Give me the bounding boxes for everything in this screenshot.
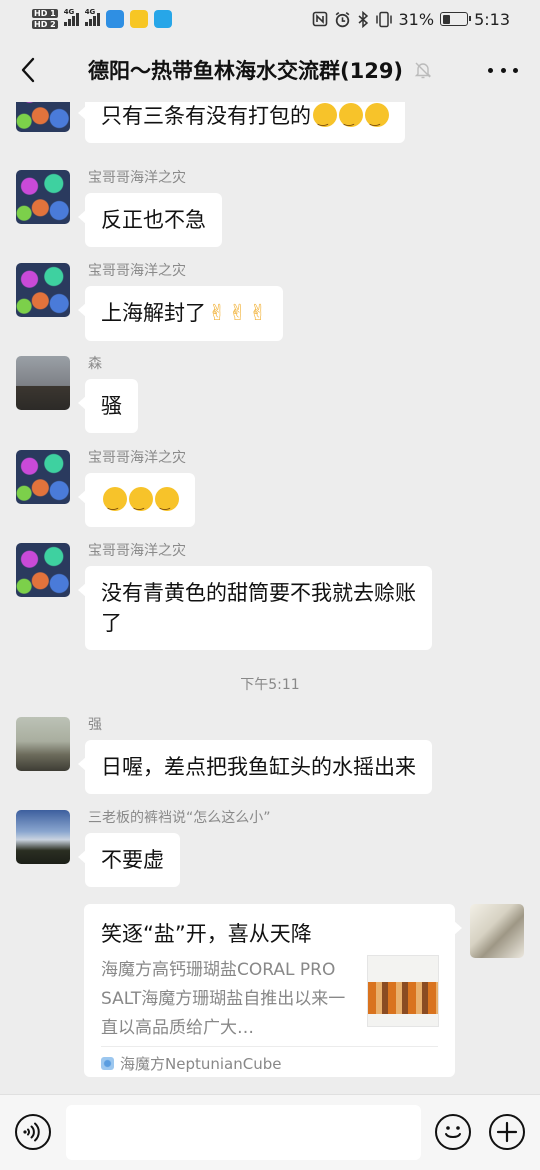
bluetooth-icon [358, 10, 368, 28]
message-text: 没有青黄色的甜筒要不我就去赊账 [101, 581, 416, 605]
official-account-icon [101, 1057, 114, 1070]
timestamp: 下午5:11 [240, 677, 300, 693]
my-avatar[interactable] [470, 904, 524, 958]
sim2-label: HD 2 [32, 20, 58, 29]
avatar[interactable] [16, 263, 70, 317]
tears-emoji-icon [155, 487, 179, 518]
message-bubble[interactable]: 日喔，差点把我鱼缸头的水摇出来 [78, 740, 432, 794]
sender-name: 宝哥哥海洋之灾 [88, 170, 186, 186]
victory-emoji-icon: ✌ [208, 301, 227, 326]
vibrate-icon [375, 11, 392, 27]
more-icon[interactable] [488, 67, 493, 73]
thinking-emoji-icon [129, 487, 153, 518]
message-text: 上海解封了 [101, 301, 206, 325]
message-text: 只有三条有没有打包的 [101, 104, 311, 128]
avatar[interactable] [16, 102, 70, 132]
avatar[interactable] [16, 450, 70, 504]
alarm-icon [335, 11, 349, 27]
emoji-icon[interactable] [437, 1116, 469, 1148]
mute-icon [414, 62, 432, 79]
voice-icon[interactable] [17, 1116, 49, 1148]
link-card[interactable]: 笑逐“盐”开，喜从天降 海魔方高钙珊瑚盐CORAL PRO SALT海魔方珊瑚盐… [84, 904, 462, 1077]
weather-app-icon [105, 10, 124, 28]
message-bubble[interactable]: 不要虚 [78, 833, 180, 887]
sender-name: 三老板的裤裆说“怎么这么小” [88, 810, 271, 826]
sim1-label: HD 1 [32, 9, 58, 18]
signal-icon: 4G [63, 8, 79, 26]
back-icon[interactable] [18, 56, 38, 84]
victory-emoji-icon: ✌ [228, 301, 247, 326]
clock: 5:13 [474, 9, 510, 29]
emoji-button[interactable] [435, 1114, 471, 1150]
message-bubble[interactable]: 骚 [78, 379, 138, 433]
message-bubble[interactable] [78, 473, 195, 527]
message-text: 不要虚 [101, 848, 164, 872]
sender-name: 强 [88, 717, 102, 733]
thinking-emoji-icon [365, 103, 389, 134]
thinking-emoji-icon [103, 487, 127, 518]
avatar[interactable] [16, 543, 70, 597]
voice-button[interactable] [15, 1114, 51, 1150]
chat-header: 德阳～热带鱼林海水交流群(129) [0, 38, 540, 102]
plus-icon[interactable] [491, 1116, 523, 1148]
message-bubble[interactable]: 上海解封了✌✌✌ [77, 286, 284, 341]
message-list[interactable]: 只有三条有没有打包的 宝哥哥海洋之灾 反正也不急 宝哥哥海洋之灾 上海解封了✌✌… [0, 102, 540, 1094]
chat-title: 德阳～热带鱼林海水交流群(129) [88, 59, 404, 83]
message-text: 反正也不急 [101, 208, 206, 232]
battery-percent: 31% [398, 9, 435, 29]
card-source-name: 海魔方NeptunianCube [120, 1055, 282, 1073]
avatar[interactable] [16, 356, 70, 410]
message-input[interactable] [66, 1105, 421, 1160]
network1-label: 4G [63, 8, 75, 16]
message-text: 日喔，差点把我鱼缸头的水摇出来 [101, 755, 416, 779]
avatar[interactable] [16, 717, 70, 771]
card-thumbnail [367, 955, 439, 1027]
status-bar: HD 1 HD 2 4G 4G 31% 5:13 [0, 0, 540, 38]
more-functions-button[interactable] [489, 1114, 525, 1150]
back-button[interactable] [0, 38, 56, 102]
sender-name: 宝哥哥海洋之灾 [88, 263, 186, 279]
card-description: 海魔方高钙珊瑚盐CORAL PRO SALT海魔方珊瑚盐自推出以来一直以高品质给… [101, 960, 346, 1038]
thinking-emoji-icon [313, 103, 337, 134]
nfc-icon [312, 11, 327, 27]
battery-icon [440, 12, 472, 26]
sender-name: 宝哥哥海洋之灾 [88, 450, 186, 466]
sender-name: 森 [88, 356, 102, 372]
signal-icon-2: 4G [84, 8, 100, 26]
divider [101, 1046, 438, 1047]
avatar[interactable] [16, 810, 70, 864]
sender-name: 宝哥哥海洋之灾 [88, 543, 186, 559]
thinking-emoji-icon [339, 103, 363, 134]
input-bar [0, 1094, 540, 1170]
avatar[interactable] [16, 170, 70, 224]
notification-app-icon [129, 10, 148, 28]
message-bubble[interactable]: 反正也不急 [78, 193, 222, 247]
message-text: 了 [101, 611, 122, 635]
card-title: 笑逐“盐”开，喜从天降 [101, 922, 312, 946]
sim-indicator: HD 1 HD 2 [32, 8, 58, 30]
network2-label: 4G [84, 8, 96, 16]
message-text: 骚 [101, 394, 122, 418]
victory-emoji-icon: ✌ [248, 301, 268, 326]
message-bubble[interactable]: 没有青黄色的甜筒要不我就去赊账 了 [78, 566, 432, 650]
card-source: 海魔方NeptunianCube [101, 1053, 281, 1074]
search-app-icon [153, 10, 172, 28]
message-bubble[interactable]: 只有三条有没有打包的 [78, 102, 405, 143]
more-button[interactable] [488, 60, 518, 80]
